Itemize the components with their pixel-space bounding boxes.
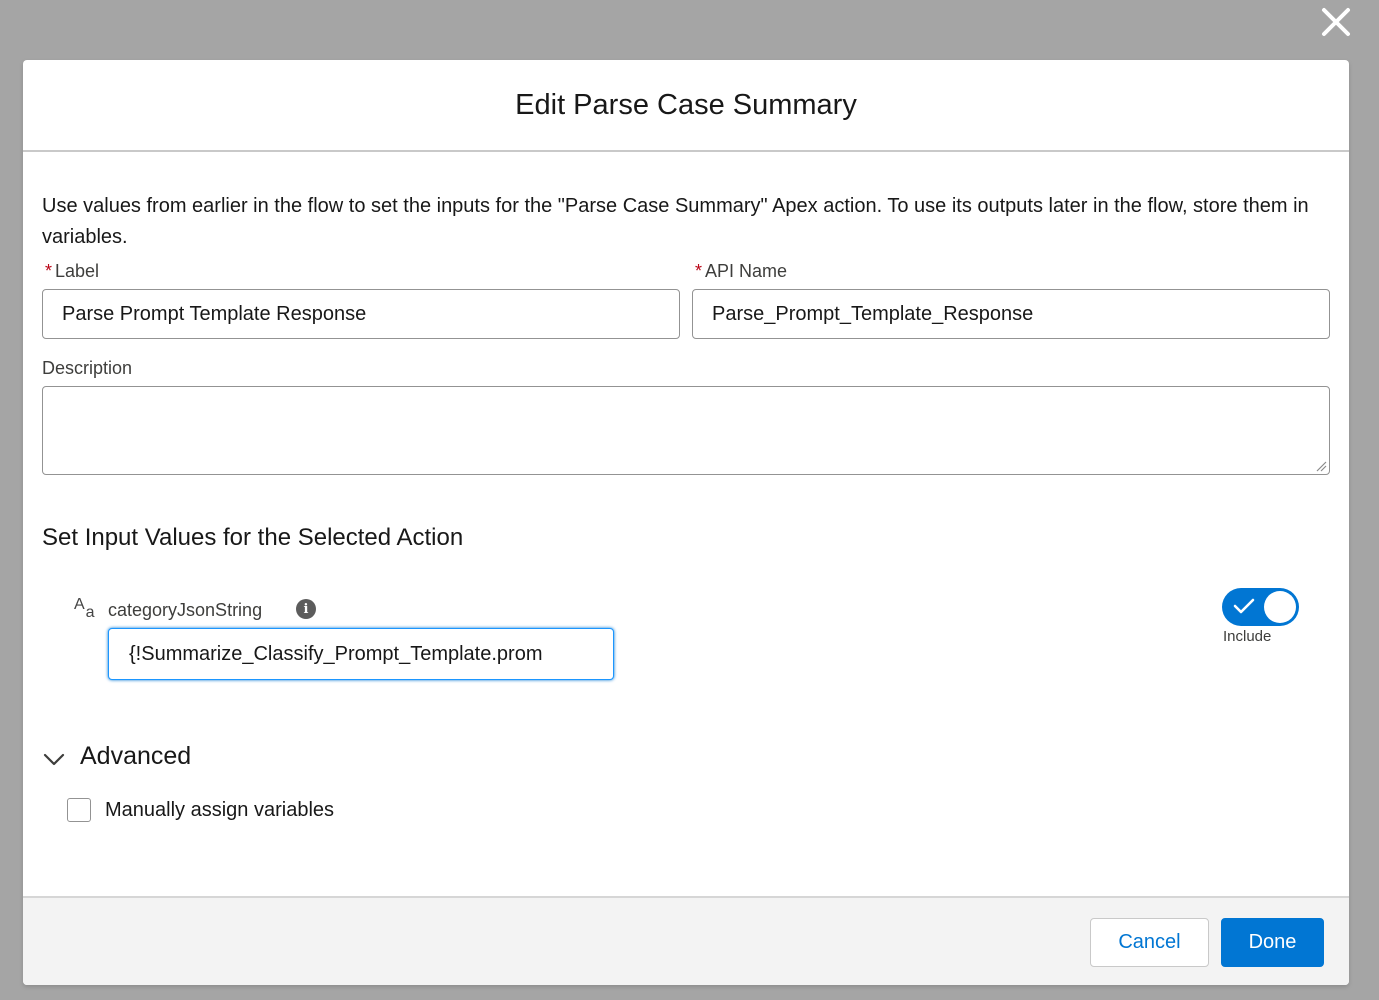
text-type-icon: Aa xyxy=(74,596,95,621)
param-label: categoryJsonString xyxy=(108,600,263,620)
required-marker: * xyxy=(45,261,53,281)
done-button[interactable]: Done xyxy=(1221,918,1324,967)
cancel-button[interactable]: Cancel xyxy=(1090,918,1209,967)
include-toggle[interactable] xyxy=(1222,588,1299,626)
api-name-field-label: * API Name xyxy=(695,261,787,282)
intro-text: Use values from earlier in the flow to s… xyxy=(42,195,1309,248)
input-values-section-title: Set Input Values for the Selected Action xyxy=(42,524,464,551)
chevron-down-icon[interactable] xyxy=(43,751,65,767)
close-modal-icon[interactable] xyxy=(1318,4,1354,40)
manual-assign-checkbox[interactable] xyxy=(67,798,91,822)
description-textarea[interactable] xyxy=(42,386,1330,475)
category-json-string-input[interactable]: {!Summarize_Classify_Prompt_Template.pro… xyxy=(108,628,614,680)
text-type-icon-big: A xyxy=(74,596,85,613)
label-input[interactable]: Parse Prompt Template Response xyxy=(42,289,680,339)
api-name-input-value: Parse_Prompt_Template_Response xyxy=(712,302,1034,325)
check-icon xyxy=(1233,598,1255,614)
manual-assign-label[interactable]: Manually assign variables xyxy=(105,799,334,822)
toggle-knob xyxy=(1264,591,1296,623)
description-field-label: Description xyxy=(42,358,133,378)
label-input-value: Parse Prompt Template Response xyxy=(62,302,367,325)
text-type-icon-small: a xyxy=(85,604,95,621)
category-json-string-value: {!Summarize_Classify_Prompt_Template.pro… xyxy=(129,642,543,665)
modal-footer: Cancel Done xyxy=(23,896,1349,985)
modal-header: Edit Parse Case Summary xyxy=(23,60,1349,152)
api-name-input[interactable]: Parse_Prompt_Template_Response xyxy=(692,289,1330,339)
api-name-field-label-text: API Name xyxy=(705,261,788,281)
info-icon[interactable]: i xyxy=(296,599,316,619)
resize-grip-icon[interactable] xyxy=(1315,460,1327,472)
edit-action-modal: Edit Parse Case Summary Use values from … xyxy=(23,60,1349,985)
required-marker: * xyxy=(695,261,703,281)
label-field-label: * Label xyxy=(45,261,99,282)
advanced-section-toggle[interactable]: Advanced xyxy=(80,742,191,771)
include-toggle-caption: Include xyxy=(1223,628,1272,645)
label-field-label-text: Label xyxy=(55,261,100,281)
modal-title: Edit Parse Case Summary xyxy=(515,88,857,121)
